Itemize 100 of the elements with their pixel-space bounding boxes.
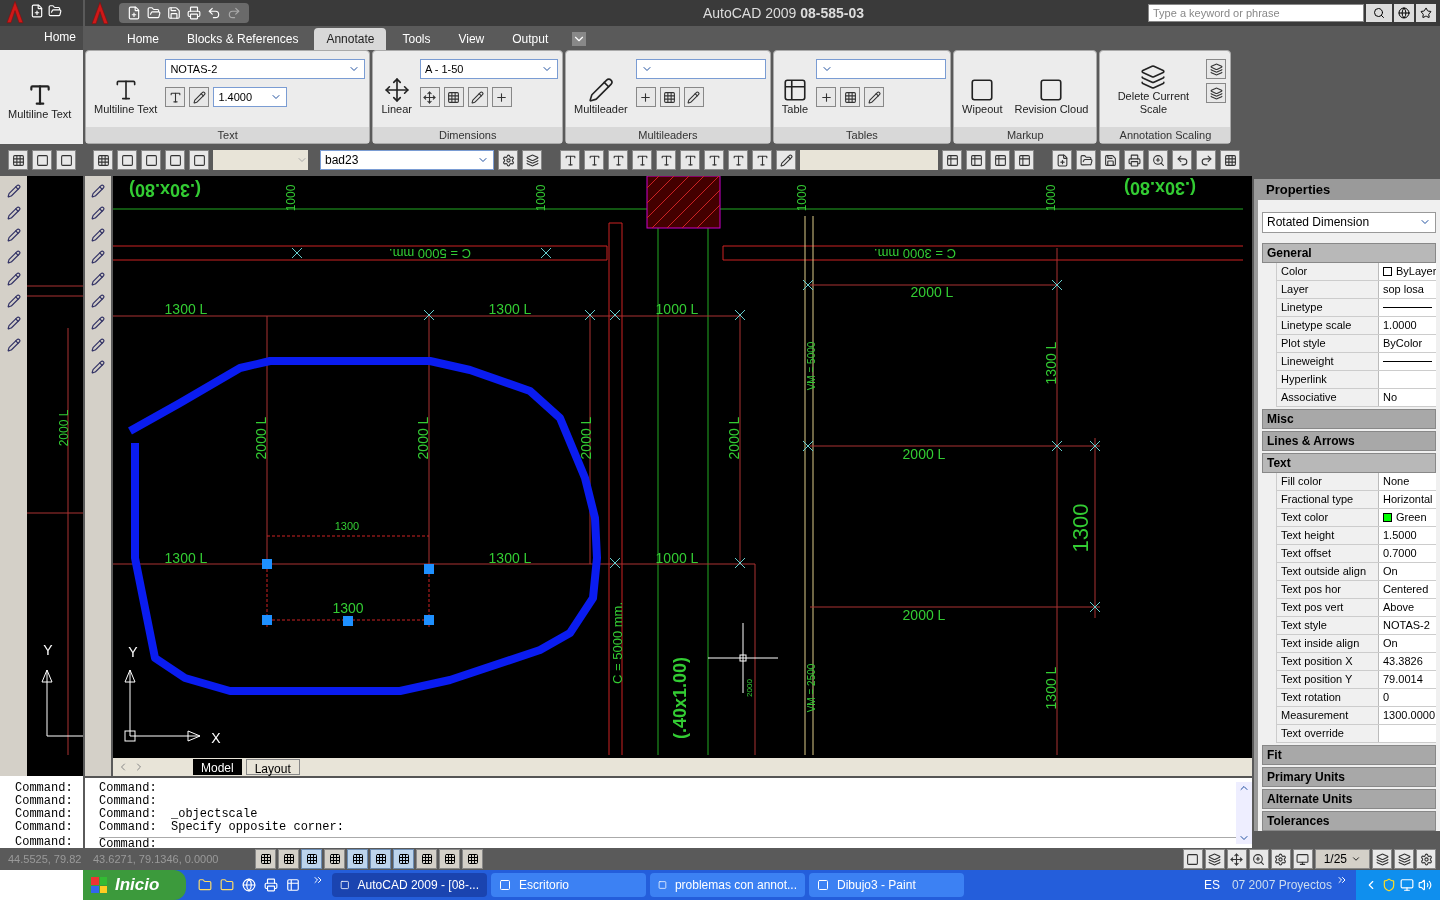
property-value[interactable]: ByColor xyxy=(1379,335,1436,352)
toolbar-button[interactable] xyxy=(467,87,488,107)
modify-tool-icon[interactable] xyxy=(6,228,21,242)
toolbar-button[interactable] xyxy=(1270,849,1291,869)
property-value[interactable]: 1300.0000 xyxy=(1379,707,1436,724)
property-value[interactable] xyxy=(1379,353,1436,370)
toolbar-button[interactable] xyxy=(1196,150,1216,170)
property-value[interactable]: Above xyxy=(1379,599,1436,616)
toolbar-button[interactable] xyxy=(1172,150,1192,170)
ribbon-button[interactable]: Linear xyxy=(377,51,416,117)
toolbar-button[interactable] xyxy=(635,87,656,107)
save-icon[interactable] xyxy=(167,6,181,20)
style-dropdown[interactable]: 1.4000 xyxy=(213,87,288,107)
grip-handle[interactable] xyxy=(424,564,434,574)
grip-handle[interactable] xyxy=(262,615,272,625)
property-value[interactable]: NOTAS-2 xyxy=(1379,617,1436,634)
toolbar-button[interactable] xyxy=(522,150,542,170)
ribbon-tab[interactable]: Tools xyxy=(390,28,443,50)
toolbar-button[interactable] xyxy=(608,150,628,170)
new-file-icon[interactable] xyxy=(30,4,44,18)
help-search-field[interactable]: Type a keyword or phrase xyxy=(1148,4,1364,22)
modify-tool-icon[interactable] xyxy=(6,272,21,286)
modify-tool-icon[interactable] xyxy=(91,250,105,264)
property-value[interactable]: 43.3826 xyxy=(1379,653,1436,670)
ribbon-tab[interactable]: Blocks & References xyxy=(175,28,311,50)
drafting-toggle-button[interactable] xyxy=(324,849,345,869)
toolbar-button[interactable] xyxy=(141,150,161,170)
ribbon-tab[interactable]: Home xyxy=(40,28,80,50)
section-header[interactable]: Fit xyxy=(1262,745,1436,765)
modify-tool-icon[interactable] xyxy=(6,294,21,308)
ribbon-tab[interactable]: Output xyxy=(500,28,561,50)
section-header[interactable]: Lines & Arrows xyxy=(1262,431,1436,451)
property-value[interactable]: 0.7000 xyxy=(1379,545,1436,562)
property-value[interactable]: sop losa xyxy=(1379,281,1436,298)
browser-icon[interactable] xyxy=(242,878,256,892)
text-field[interactable] xyxy=(800,150,938,170)
section-header[interactable]: Primary Units xyxy=(1262,767,1436,787)
section-header[interactable]: Alternate Units xyxy=(1262,789,1436,809)
section-header[interactable]: Text xyxy=(1262,453,1436,473)
toolbar-button[interactable] xyxy=(1100,150,1120,170)
modify-tool-icon[interactable] xyxy=(6,206,21,220)
toolbar-button[interactable] xyxy=(117,150,137,170)
section-header[interactable]: Tolerances xyxy=(1262,811,1436,831)
modify-tool-icon[interactable] xyxy=(91,184,105,198)
modify-tool-icon[interactable] xyxy=(91,272,105,286)
volume-icon[interactable] xyxy=(1418,878,1432,892)
toolbar-button[interactable] xyxy=(443,87,464,107)
ribbon-button[interactable]: Table xyxy=(777,51,813,117)
property-value[interactable]: 79.0014 xyxy=(1379,671,1436,688)
toolbar-button[interactable] xyxy=(1372,849,1392,869)
toolbar-button[interactable] xyxy=(56,150,76,170)
modify-tool-icon[interactable] xyxy=(6,250,21,264)
taskbar-button[interactable]: problemas con annot... xyxy=(650,873,805,897)
overflow-chevron-icon[interactable] xyxy=(1336,874,1348,886)
toolbar-button[interactable] xyxy=(840,87,861,107)
layer-dropdown[interactable]: bad23 xyxy=(320,150,494,170)
modify-tool-icon[interactable] xyxy=(6,338,21,352)
section-header[interactable]: General xyxy=(1262,243,1436,263)
toolbar-button[interactable] xyxy=(680,150,700,170)
search-button[interactable] xyxy=(1366,4,1392,22)
layout-tab[interactable]: Model xyxy=(193,759,242,775)
ribbon-tab[interactable]: View xyxy=(446,28,497,50)
toolbar-button[interactable] xyxy=(1206,59,1227,79)
property-value[interactable]: Horizontal xyxy=(1379,491,1436,508)
taskbar-button[interactable]: Dibujo3 - Paint xyxy=(809,873,964,897)
favorites-button[interactable] xyxy=(1416,4,1436,22)
drafting-toggle-button[interactable] xyxy=(416,849,437,869)
drafting-toggle-button[interactable] xyxy=(370,849,391,869)
property-value[interactable]: No xyxy=(1379,389,1436,406)
layout-tab[interactable]: Layout xyxy=(245,759,300,775)
drafting-toggle-button[interactable] xyxy=(439,849,460,869)
property-value[interactable]: 1.5000 xyxy=(1379,527,1436,544)
property-value[interactable]: 0 xyxy=(1379,689,1436,706)
overflow-chevron-icon[interactable] xyxy=(312,874,324,886)
ribbon-button[interactable]: Revision Cloud xyxy=(1010,51,1093,117)
folder-icon[interactable] xyxy=(198,878,212,892)
modify-tool-icon[interactable] xyxy=(91,338,105,352)
ribbon-button[interactable]: Multiline Text xyxy=(90,51,162,117)
toolbar-button[interactable] xyxy=(584,150,604,170)
modify-tool-icon[interactable] xyxy=(91,316,105,330)
toolbar-button[interactable] xyxy=(990,150,1010,170)
modify-tool-icon[interactable] xyxy=(91,360,105,374)
toolbar-button[interactable] xyxy=(942,150,962,170)
object-type-dropdown[interactable]: Rotated Dimension xyxy=(1262,211,1436,233)
section-header[interactable]: Misc xyxy=(1262,409,1436,429)
ribbon-tab[interactable]: Annotate xyxy=(314,28,387,50)
modify-tool-icon[interactable] xyxy=(91,206,105,220)
toolbar-button[interactable] xyxy=(1014,150,1034,170)
ribbon-button[interactable]: Delete Current Scale xyxy=(1104,51,1203,117)
toolbar-button[interactable] xyxy=(560,150,580,170)
grip-handle[interactable] xyxy=(424,615,434,625)
toolbar-button[interactable] xyxy=(8,150,28,170)
toolbar-button[interactable] xyxy=(165,87,186,107)
toolbar-button[interactable] xyxy=(1220,150,1240,170)
style-dropdown[interactable] xyxy=(635,59,766,79)
property-value[interactable]: ByLayer xyxy=(1379,263,1436,280)
modify-tool-icon[interactable] xyxy=(91,294,105,308)
drafting-toggle-button[interactable] xyxy=(255,849,276,869)
modify-tool-icon[interactable] xyxy=(91,228,105,242)
scrollbar[interactable] xyxy=(1236,782,1252,844)
